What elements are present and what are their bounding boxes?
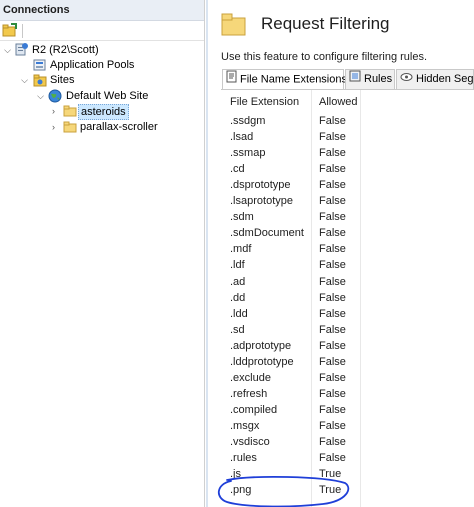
column-divider[interactable] [360,90,361,507]
chevron-right-icon[interactable]: › [49,103,58,119]
tab-label: Hidden Segm [416,73,474,85]
column-header-allowed[interactable]: Allowed [319,96,358,108]
cell-allowed[interactable]: False [319,193,346,209]
cell-file-extension[interactable]: .adprototype [230,338,291,354]
cell-allowed[interactable]: False [319,274,346,290]
cell-allowed[interactable]: False [319,225,346,241]
column-header-file-extension[interactable]: File Extension [230,96,299,108]
app-pools-icon [33,58,47,72]
cell-allowed[interactable]: False [319,434,346,450]
folder-icon [63,104,77,118]
tree-item-label: Sites [50,74,75,86]
cell-file-extension[interactable]: .ldf [230,257,245,273]
connect-icon[interactable] [2,22,18,41]
connections-pane: Connections ⌵ R2 (R2\Scott) Application … [0,0,205,507]
cell-allowed[interactable]: False [319,209,346,225]
cell-file-extension[interactable]: .cd [230,161,245,177]
cell-allowed[interactable]: False [319,450,346,466]
cell-file-extension[interactable]: .sdm [230,209,254,225]
cell-allowed[interactable]: False [319,402,346,418]
cell-file-extension[interactable]: .mdf [230,241,251,257]
tab-hidden-segments[interactable]: Hidden Segm [396,69,474,89]
chevron-down-icon[interactable]: ⌵ [3,42,12,58]
tree-item-label: asteroids [78,104,129,120]
tree-item-label: Application Pools [50,59,135,71]
tree-item-asteroids[interactable]: › asteroids [0,103,205,120]
tree-item-label: R2 (R2\Scott) [32,44,99,56]
cell-allowed[interactable]: False [319,113,346,129]
connections-header: Connections [0,0,204,21]
connections-toolbar [0,21,204,41]
cell-allowed[interactable]: False [319,418,346,434]
cell-allowed[interactable]: False [319,145,346,161]
cell-allowed[interactable]: False [319,306,346,322]
annotation-circle [217,476,350,507]
cell-file-extension[interactable]: .ssdgm [230,113,265,129]
chevron-down-icon[interactable]: ⌵ [36,88,45,104]
cell-file-extension[interactable]: .ldd [230,306,248,322]
cell-file-extension[interactable]: .ssmap [230,145,265,161]
page-title: Request Filtering [261,14,390,33]
tab-file-name-extensions[interactable]: File Name Extensions [222,69,347,90]
hidden-segments-icon [400,70,413,88]
tree-item-label: parallax-scroller [80,121,158,133]
cell-allowed[interactable]: False [319,370,346,386]
globe-icon [48,89,62,103]
toolbar-separator [22,24,23,38]
tree-item-default-web-site[interactable]: ⌵ Default Web Site [0,88,205,104]
tree-item-server[interactable]: ⌵ R2 (R2\Scott) [0,42,205,58]
cell-allowed[interactable]: False [319,386,346,402]
column-divider[interactable] [311,90,312,507]
cell-file-extension[interactable]: .sd [230,322,245,338]
pane-splitter[interactable] [206,0,208,507]
cell-allowed[interactable]: False [319,241,346,257]
feature-folder-icon [220,10,248,41]
rules-icon [349,70,361,88]
cell-allowed[interactable]: False [319,290,346,306]
tree-item-label: Default Web Site [66,90,149,102]
cell-file-extension[interactable]: .compiled [230,402,277,418]
tree-item-application-pools[interactable]: Application Pools [0,57,205,73]
sites-folder-icon [33,73,47,87]
chevron-down-icon[interactable]: ⌵ [20,72,29,88]
cell-allowed[interactable]: False [319,129,346,145]
cell-file-extension[interactable]: .msgx [230,418,259,434]
tab-label: Rules [364,73,393,85]
cell-allowed[interactable]: False [319,177,346,193]
cell-file-extension[interactable]: .vsdisco [230,434,270,450]
cell-file-extension[interactable]: .exclude [230,370,271,386]
chevron-right-icon[interactable]: › [49,119,58,135]
tree-item-parallax-scroller[interactable]: › parallax-scroller [0,119,205,135]
cell-allowed[interactable]: False [319,161,346,177]
tab-label: File Name Extensions [240,73,347,86]
cell-file-extension[interactable]: .lsaprototype [230,193,293,209]
server-icon [14,43,28,57]
cell-allowed[interactable]: False [319,354,346,370]
cell-file-extension[interactable]: .dd [230,290,245,306]
cell-allowed[interactable]: False [319,338,346,354]
cell-allowed[interactable]: False [319,257,346,273]
page-description: Use this feature to configure filtering … [221,51,428,63]
document-icon [226,70,237,89]
cell-file-extension[interactable]: .ad [230,274,245,290]
cell-file-extension[interactable]: .rules [230,450,257,466]
tab-rules[interactable]: Rules [345,69,395,89]
cell-file-extension[interactable]: .refresh [230,386,267,402]
tree-item-sites[interactable]: ⌵ Sites [0,72,205,88]
cell-file-extension[interactable]: .lsad [230,129,253,145]
cell-file-extension[interactable]: .lddprototype [230,354,294,370]
cell-allowed[interactable]: False [319,322,346,338]
cell-file-extension[interactable]: .sdmDocument [230,225,304,241]
folder-icon [63,120,77,134]
cell-file-extension[interactable]: .dsprototype [230,177,291,193]
